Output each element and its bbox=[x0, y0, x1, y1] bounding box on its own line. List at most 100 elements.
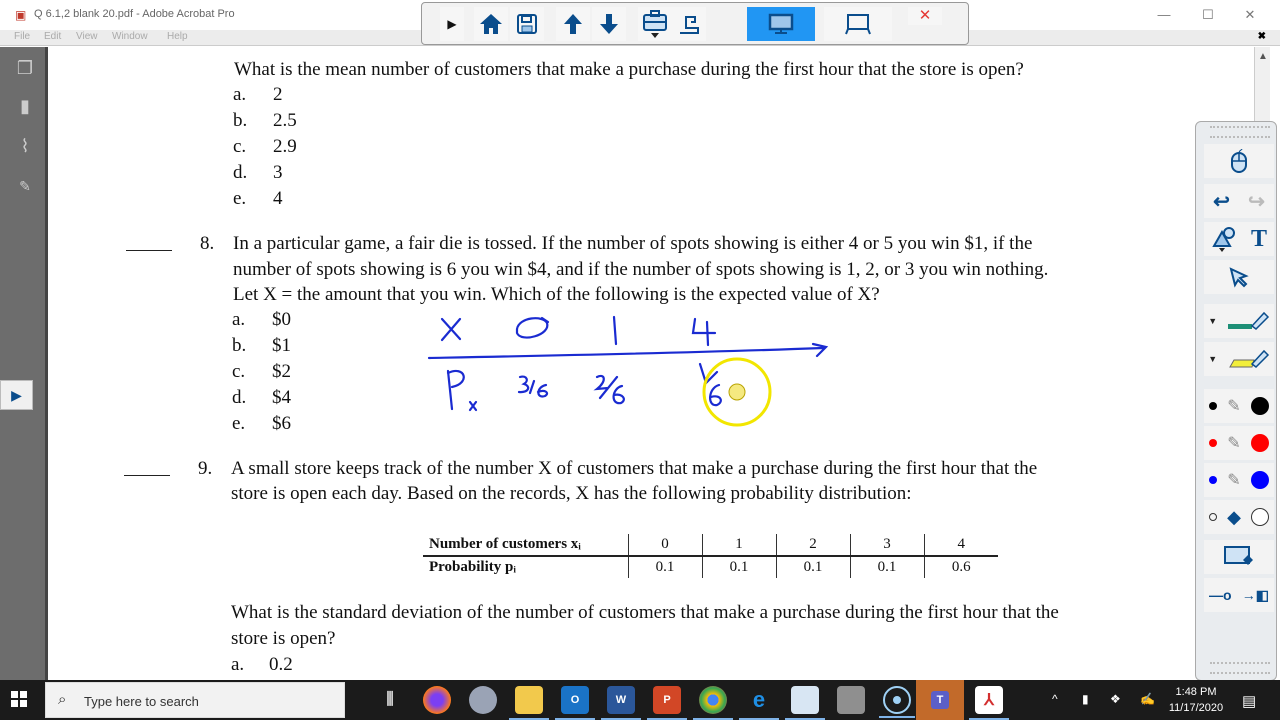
pen-tool-button[interactable]: ▼ bbox=[1204, 304, 1274, 338]
close-toolbar-button[interactable]: ✕ bbox=[908, 7, 942, 25]
show-hidden-icons[interactable]: ^ bbox=[1052, 692, 1058, 706]
exit-icon[interactable]: →◧ bbox=[1242, 587, 1269, 604]
menu-file[interactable]: File bbox=[14, 31, 30, 42]
expand-arrow-icon: ▶ bbox=[11, 387, 22, 403]
q8-line: Let X = the amount that you win. Which o… bbox=[233, 284, 880, 305]
page-up-button[interactable] bbox=[556, 7, 590, 41]
file-explorer-button[interactable] bbox=[509, 686, 549, 720]
close-window-button[interactable]: ✕ bbox=[1240, 6, 1260, 24]
highlighter-tool-button[interactable]: ▼ bbox=[1204, 342, 1274, 376]
q8-option-letter: a. bbox=[232, 309, 246, 330]
q9-followup-line: What is the standard deviation of the nu… bbox=[231, 602, 1059, 623]
select-button[interactable] bbox=[1204, 260, 1274, 294]
dropdown-icon[interactable]: ▼ bbox=[1208, 354, 1217, 364]
signatures-icon[interactable]: ✎ bbox=[14, 175, 36, 197]
printer-button[interactable] bbox=[837, 686, 865, 714]
smart-notebook-button[interactable] bbox=[785, 686, 825, 720]
cortana-button[interactable] bbox=[879, 686, 915, 718]
p-value: 0.1 bbox=[849, 556, 924, 578]
save-button[interactable] bbox=[510, 7, 544, 41]
play-button[interactable]: ▶ bbox=[440, 7, 464, 41]
chrome-button[interactable] bbox=[693, 686, 733, 720]
q9-number: 9. bbox=[198, 458, 213, 479]
window-title: Q 6.1,2 blank 20.pdf - Adobe Acrobat Pro bbox=[34, 8, 235, 20]
q8-option-text: $6 bbox=[272, 413, 291, 434]
edge-button[interactable]: e bbox=[739, 686, 779, 720]
close-document-button[interactable]: ✖ bbox=[1258, 31, 1266, 42]
task-view-button[interactable]: ⫼ bbox=[376, 686, 404, 714]
document-camera-button[interactable] bbox=[672, 7, 706, 41]
q9-line: store is open each day. Based on the rec… bbox=[231, 483, 912, 504]
pages-icon[interactable]: ❐ bbox=[14, 57, 36, 79]
black-pen-icon: ✎ bbox=[1227, 398, 1241, 415]
menu-edit[interactable]: Edit bbox=[44, 31, 61, 42]
dropdown-icon[interactable]: ▼ bbox=[1208, 316, 1217, 326]
powerpoint-button[interactable]: P bbox=[647, 686, 687, 720]
q9-option-letter: a. bbox=[231, 654, 245, 675]
pen-input-icon[interactable]: ✍ bbox=[1140, 692, 1155, 706]
scroll-up-icon[interactable]: ▲ bbox=[1255, 51, 1271, 67]
start-button[interactable] bbox=[10, 690, 32, 710]
attachments-icon[interactable]: ⌇ bbox=[14, 135, 36, 157]
red-pen-button[interactable]: ✎ bbox=[1204, 426, 1274, 460]
q7-option-letter: c. bbox=[233, 136, 247, 157]
acrobat-button[interactable]: ⅄ bbox=[969, 686, 1009, 720]
page-down-button[interactable] bbox=[592, 7, 626, 41]
q7-option-text: 3 bbox=[273, 162, 283, 183]
notifications-icon[interactable]: ▤ bbox=[1242, 692, 1256, 710]
undo-icon[interactable]: ↩ bbox=[1213, 189, 1230, 214]
black-pen-button[interactable]: ✎ bbox=[1204, 389, 1274, 423]
p-value: 0.1 bbox=[701, 556, 776, 578]
clock-time: 1:48 PM bbox=[1175, 686, 1217, 698]
menu-help[interactable]: Help bbox=[167, 31, 188, 42]
bookmarks-icon[interactable]: ▮ bbox=[14, 95, 36, 117]
drag-handle[interactable] bbox=[1210, 126, 1270, 138]
ink-two-sixths bbox=[593, 374, 625, 405]
ink-divider-line bbox=[427, 342, 829, 360]
menu-view[interactable]: View bbox=[76, 31, 98, 42]
eraser-icon: ◆ bbox=[1227, 506, 1241, 527]
navigation-pane: ❐ ▮ ⌇ ✎ bbox=[0, 47, 48, 680]
cursor-dot bbox=[728, 383, 746, 401]
q7-option-text: 4 bbox=[273, 188, 283, 209]
q7-option-text: 2 bbox=[273, 84, 283, 105]
answer-blank-q9 bbox=[124, 475, 170, 476]
toolbox-button[interactable] bbox=[638, 7, 672, 41]
shapes-icon[interactable] bbox=[1211, 226, 1237, 252]
taskbar-search-box[interactable]: ⌕ Type here to search bbox=[45, 682, 345, 718]
word-button[interactable]: W bbox=[601, 686, 641, 720]
firefox-button[interactable] bbox=[423, 686, 451, 714]
whiteboard-mode-button[interactable] bbox=[824, 7, 892, 41]
smart-floating-toolbar: ▶ ✕ bbox=[421, 2, 969, 45]
system-clock[interactable]: 1:48 PM 11/17/2020 bbox=[1168, 684, 1224, 716]
drag-handle[interactable] bbox=[1210, 662, 1270, 674]
teams-button[interactable]: T bbox=[916, 680, 964, 720]
minimize-button[interactable]: — bbox=[1154, 6, 1174, 24]
mouse-button[interactable] bbox=[1204, 144, 1274, 178]
outlook-button[interactable]: O bbox=[555, 686, 595, 720]
red-small-dot-icon bbox=[1209, 439, 1218, 447]
microphone-icon[interactable]: ▮ bbox=[1082, 692, 1089, 706]
menu-window[interactable]: Window bbox=[112, 31, 148, 42]
q7-question: What is the mean number of customers tha… bbox=[234, 59, 1024, 80]
blue-large-dot-icon bbox=[1250, 471, 1269, 489]
text-icon[interactable]: T bbox=[1251, 226, 1267, 253]
windows-logo-icon bbox=[11, 691, 27, 707]
line-exit-row: —o →◧ bbox=[1204, 578, 1274, 612]
dropbox-icon[interactable]: ❖ bbox=[1110, 692, 1121, 706]
maximize-button[interactable]: ☐ bbox=[1198, 6, 1218, 24]
blue-pen-icon: ✎ bbox=[1227, 472, 1241, 489]
desktop-mode-button[interactable] bbox=[747, 7, 815, 41]
redo-icon[interactable]: ↪ bbox=[1248, 189, 1265, 214]
expand-pane-button[interactable]: ▶ bbox=[0, 380, 33, 410]
p-value: 0.1 bbox=[775, 556, 850, 578]
mouse-icon bbox=[1231, 149, 1247, 173]
line-icon[interactable]: —o bbox=[1209, 587, 1232, 603]
clear-screen-button[interactable] bbox=[1204, 540, 1274, 574]
blue-pen-button[interactable]: ✎ bbox=[1204, 463, 1274, 497]
word-icon: W bbox=[615, 694, 627, 706]
eraser-button[interactable]: ◆ bbox=[1204, 500, 1274, 534]
undo-redo-row: ↩ ↪ bbox=[1204, 184, 1274, 218]
snipping-tool-button[interactable] bbox=[469, 686, 497, 714]
home-button[interactable] bbox=[474, 7, 508, 41]
